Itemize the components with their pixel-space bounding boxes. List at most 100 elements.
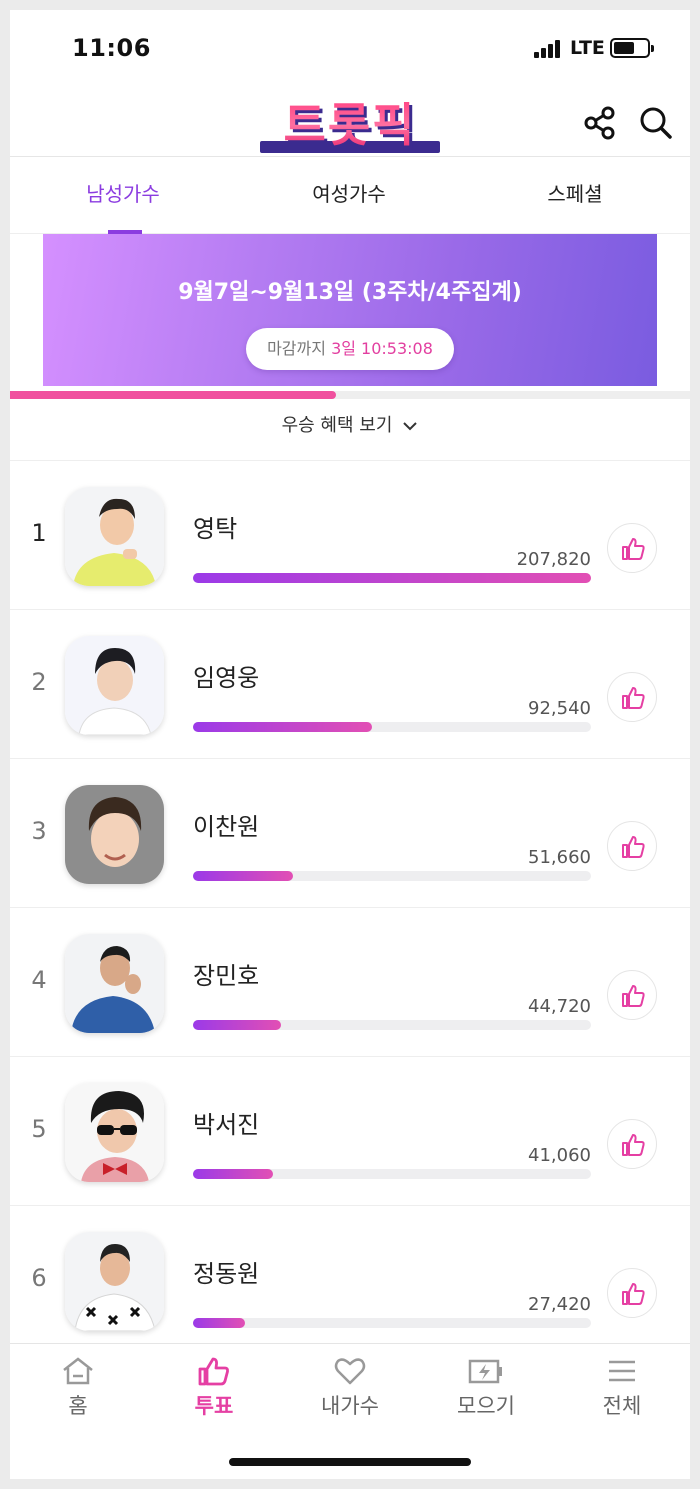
vote-button[interactable] [607, 821, 657, 871]
status-bar: 11:06 LTE [10, 10, 690, 85]
avatar[interactable] [65, 785, 164, 884]
singer-name: 장민호 [193, 962, 260, 990]
rank-number: 2 [31, 668, 47, 696]
singer-name: 정동원 [193, 1260, 260, 1288]
ranking-row: 4 장민호 44,720 [10, 908, 690, 1057]
logo-text: 트롯픽 [254, 95, 446, 155]
vote-bar [193, 871, 591, 881]
ranking-row: 2 임영웅 92,540 [10, 610, 690, 759]
rank-number: 3 [31, 817, 47, 845]
tab-label: 남성가수 [86, 182, 160, 206]
home-indicator [229, 1458, 471, 1466]
nav-vote[interactable]: 투표 [146, 1354, 282, 1424]
benefit-label: 우승 혜택 보기 [281, 415, 393, 436]
share-icon [584, 106, 615, 140]
vote-bar [193, 1020, 591, 1030]
status-time: 11:06 [72, 34, 151, 62]
chevron-down-icon [403, 422, 418, 431]
vote-period: 9월7일~9월13일 (3주차/4주집계) [178, 280, 522, 305]
vote-count: 92,540 [528, 698, 591, 719]
thumbs-up-icon [622, 687, 645, 709]
ranking-row: 6 정동원 27,420 [10, 1206, 690, 1355]
bottom-navigation: 홈 투표 내가수 모으기 전체 [10, 1343, 690, 1479]
share-button[interactable] [582, 105, 618, 141]
battery-icon [610, 38, 654, 58]
week-progress-bar [10, 391, 690, 399]
app-screen: 11:06 LTE 트롯픽 남성가수 여성가수 스페셜 9월7일~9월13일 (… [10, 10, 690, 1479]
ranking-row: 5 박서진 41,060 [10, 1057, 690, 1206]
vote-bar-fill [193, 871, 293, 881]
thumbs-up-icon [622, 1283, 645, 1305]
thumbs-up-icon [198, 1357, 229, 1386]
vote-button[interactable] [607, 1119, 657, 1169]
avatar[interactable] [65, 636, 164, 735]
vote-button[interactable] [607, 672, 657, 722]
rank-number: 6 [31, 1264, 47, 1292]
nav-collect[interactable]: 모으기 [418, 1354, 554, 1424]
vote-button[interactable] [607, 523, 657, 573]
thumbs-up-icon [622, 1134, 645, 1156]
tab-label: 여성가수 [312, 182, 386, 206]
vote-period-banner: 9월7일~9월13일 (3주차/4주집계) 마감까지 3일 10:53:08 [43, 234, 657, 386]
nav-label: 내가수 [321, 1394, 379, 1418]
thumbs-up-icon [622, 985, 645, 1007]
week-progress-fill [10, 391, 337, 399]
vote-count: 51,660 [528, 847, 591, 868]
avatar[interactable] [65, 487, 164, 586]
singer-name: 이찬원 [193, 813, 260, 841]
category-tabs: 남성가수 여성가수 스페셜 [10, 158, 690, 234]
menu-icon [609, 1360, 635, 1382]
nav-label: 전체 [602, 1394, 642, 1418]
vote-button[interactable] [607, 970, 657, 1020]
vote-bar-fill [193, 1020, 281, 1030]
avatar[interactable] [65, 934, 164, 1033]
deadline-countdown: 3일 10:53:08 [331, 339, 433, 358]
avatar[interactable] [65, 1083, 164, 1182]
vote-bar-fill [193, 722, 373, 732]
heart-icon [334, 1358, 366, 1385]
vote-bar-fill [193, 1318, 245, 1328]
rank-number: 4 [31, 966, 47, 994]
vote-button[interactable] [607, 1268, 657, 1318]
network-label: LTE [570, 37, 605, 59]
nav-my-singer[interactable]: 내가수 [282, 1354, 418, 1424]
vote-bar-fill [193, 1169, 273, 1179]
tab-label: 스페셜 [547, 182, 603, 206]
search-icon [640, 107, 672, 139]
vote-bar [193, 722, 591, 732]
vote-count: 41,060 [528, 1145, 591, 1166]
charge-icon [468, 1359, 502, 1384]
vote-bar [193, 1318, 591, 1328]
vote-bar [193, 1169, 591, 1179]
thumbs-up-icon [622, 538, 645, 560]
thumbs-up-icon [622, 836, 645, 858]
vote-bar [193, 573, 591, 583]
nav-home[interactable]: 홈 [10, 1354, 146, 1424]
avatar[interactable] [65, 1232, 164, 1331]
ranking-row: 3 이찬원 51,660 [10, 759, 690, 908]
winner-benefit-toggle[interactable]: 우승 혜택 보기 [10, 399, 690, 461]
nav-label: 모으기 [457, 1394, 515, 1418]
vote-count: 27,420 [528, 1294, 591, 1315]
tab-special[interactable]: 스페셜 [462, 158, 688, 234]
deadline-pill: 마감까지 3일 10:53:08 [246, 328, 454, 370]
vote-count: 44,720 [528, 996, 591, 1017]
signal-icon [534, 40, 564, 58]
search-button[interactable] [638, 105, 674, 141]
nav-label: 투표 [194, 1394, 234, 1418]
app-header: 트롯픽 [10, 85, 690, 157]
nav-all[interactable]: 전체 [554, 1354, 690, 1424]
app-logo[interactable]: 트롯픽 [254, 95, 446, 155]
singer-name: 박서진 [193, 1111, 260, 1139]
nav-label: 홈 [68, 1394, 88, 1418]
tab-male-singers[interactable]: 남성가수 [10, 158, 236, 234]
singer-name: 임영웅 [193, 664, 260, 692]
home-icon [63, 1357, 93, 1385]
deadline-label: 마감까지 [267, 339, 326, 358]
vote-bar-fill [193, 573, 591, 583]
tab-female-singers[interactable]: 여성가수 [236, 158, 462, 234]
vote-count: 207,820 [516, 549, 591, 570]
ranking-row: 1 영탁 207,820 [10, 461, 690, 610]
singer-name: 영탁 [193, 515, 238, 543]
rank-number: 5 [31, 1115, 47, 1143]
